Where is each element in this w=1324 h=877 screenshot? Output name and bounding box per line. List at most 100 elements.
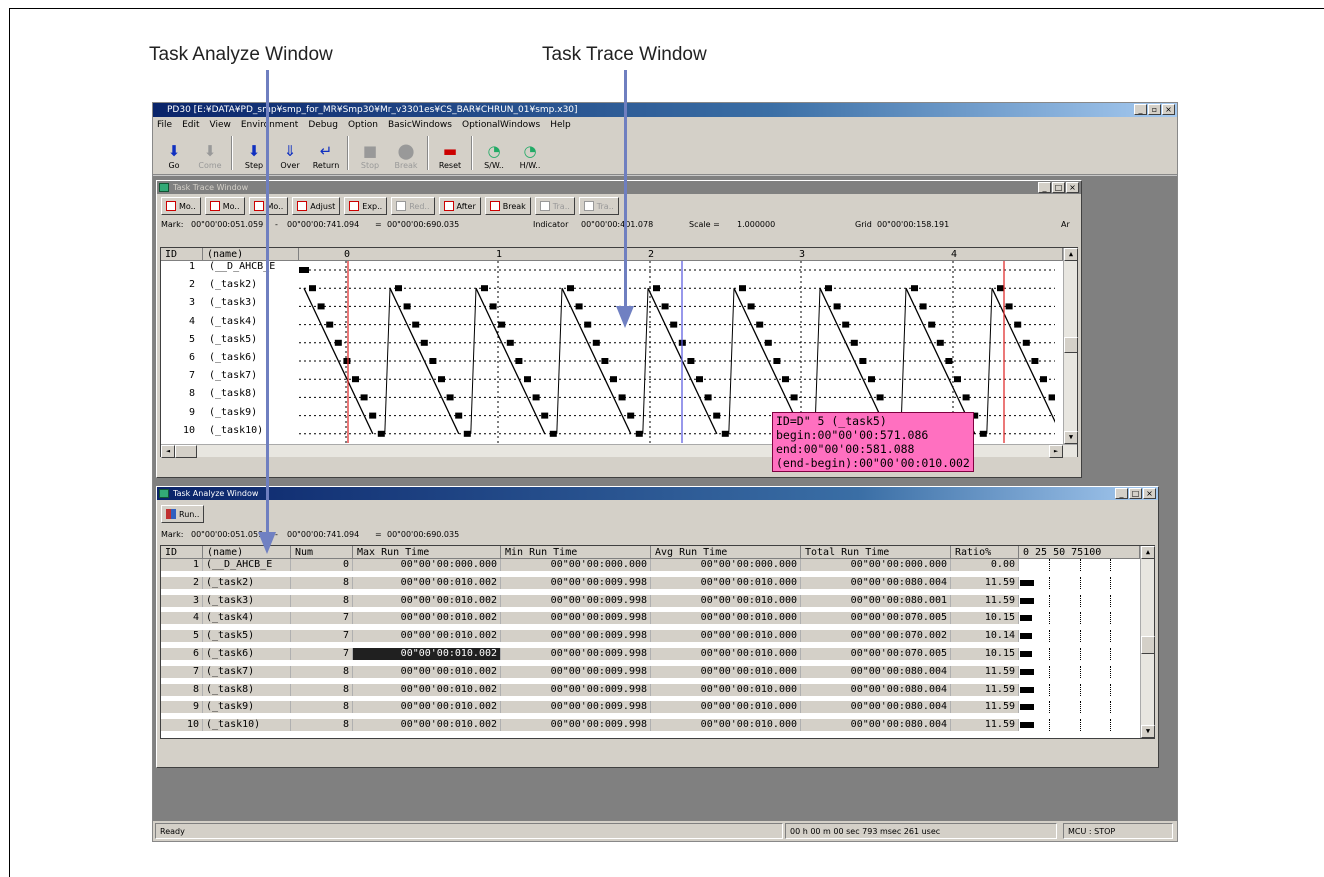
trace-row[interactable]: 6 (_task6) xyxy=(161,352,299,364)
table-row[interactable]: 5 (_task5) 7 00"00'00:010.002 00"00'00:009.9… xyxy=(161,630,1140,643)
table-row[interactable]: 2 (_task2) 8 00"00'00:010.002 00"00'00:009.9… xyxy=(161,576,1140,589)
trace-button-tra[interactable]: Tra.. xyxy=(534,197,575,215)
analyze-minimize-button[interactable]: _ xyxy=(1115,488,1128,499)
menu-item-file[interactable]: File xyxy=(157,117,172,133)
close-button[interactable]: × xyxy=(1162,104,1175,115)
cell-max[interactable]: 00"00'00:010.002 xyxy=(353,701,501,714)
table-row[interactable]: 7 (_task7) 8 00"00'00:010.002 00"00'00:009.9… xyxy=(161,665,1140,678)
stop-button[interactable]: ■ Stop xyxy=(353,133,387,173)
analyze-vscrollbar[interactable]: ▲ ▼ xyxy=(1140,546,1155,738)
trace-button-mo[interactable]: Mo.. xyxy=(204,197,245,215)
column-header[interactable]: (name) xyxy=(203,546,291,559)
menu-item-view[interactable]: View xyxy=(210,117,231,133)
cell-max[interactable]: 00"00'00:010.002 xyxy=(353,719,501,732)
return-button[interactable]: ↵ Return xyxy=(309,133,343,173)
ratio-gridline xyxy=(1110,701,1111,714)
header-id[interactable]: ID xyxy=(161,248,203,261)
table-row[interactable]: 3 (_task3) 8 00"00'00:010.002 00"00'00:009.9… xyxy=(161,594,1140,607)
cell-ratio: 11.59 xyxy=(951,719,1019,732)
table-row[interactable]: 9 (_task9) 8 00"00'00:010.002 00"00'00:009.9… xyxy=(161,701,1140,714)
scroll-thumb[interactable] xyxy=(1064,337,1078,353)
column-header[interactable]: Ratio% xyxy=(951,546,1019,559)
menu-item-option[interactable]: Option xyxy=(348,117,378,133)
column-header[interactable]: Max Run Time xyxy=(353,546,501,559)
trace-maximize-button[interactable]: □ xyxy=(1052,182,1065,193)
column-header[interactable]: Avg Run Time xyxy=(651,546,801,559)
cell-max[interactable]: 00"00'00:010.002 xyxy=(353,665,501,678)
trace-button-red[interactable]: Red.. xyxy=(391,197,435,215)
column-header[interactable]: Min Run Time xyxy=(501,546,651,559)
cell-total: 00"00'00:070.002 xyxy=(801,630,951,643)
come-button[interactable]: ⬇ Come xyxy=(193,133,227,173)
table-row[interactable]: 4 (_task4) 7 00"00'00:010.002 00"00'00:009.9… xyxy=(161,612,1140,625)
trace-button-break[interactable]: Break xyxy=(484,197,531,215)
menu-item-environment[interactable]: Environment xyxy=(241,117,298,133)
trace-row[interactable]: 5 (_task5) xyxy=(161,334,299,346)
mdi-client: Task Trace Window _ □ × Mo.. Mo.. Mo.. Adju… xyxy=(153,176,1177,821)
trace-row[interactable]: 7 (_task7) xyxy=(161,370,299,382)
menu-item-basicwindows[interactable]: BasicWindows xyxy=(388,117,452,133)
trace-minimize-button[interactable]: _ xyxy=(1038,182,1051,193)
analyze-maximize-button[interactable]: □ xyxy=(1129,488,1142,499)
cell-max[interactable]: 00"00'00:010.002 xyxy=(353,630,501,643)
trace-close-button[interactable]: × xyxy=(1066,182,1079,193)
scroll-thumb[interactable] xyxy=(1141,636,1155,654)
scroll-right-button[interactable]: ► xyxy=(1049,445,1063,458)
scroll-up-button[interactable]: ▲ xyxy=(1141,546,1155,559)
scroll-left-button[interactable]: ◄ xyxy=(161,445,175,458)
column-header[interactable]: 0 25 50 75100 xyxy=(1019,546,1140,559)
trace-button-mo[interactable]: Mo.. xyxy=(161,197,201,215)
scroll-down-button[interactable]: ▼ xyxy=(1064,431,1078,444)
hscroll-thumb[interactable] xyxy=(175,445,197,458)
cell-name: (_task2) xyxy=(203,576,291,589)
trace-button-exp[interactable]: Exp.. xyxy=(344,197,388,215)
cell-max[interactable]: 00"00'00:010.002 xyxy=(353,648,501,660)
scroll-down-button[interactable]: ▼ xyxy=(1141,725,1155,738)
trace-vscrollbar[interactable]: ▲ ▼ xyxy=(1063,248,1078,444)
column-header[interactable]: Total Run Time xyxy=(801,546,951,559)
trace-row[interactable]: 9 (_task9) xyxy=(161,407,299,419)
scale-label: Scale = xyxy=(689,220,720,229)
table-row[interactable]: 8 (_task8) 8 00"00'00:010.002 00"00'00:009.9… xyxy=(161,683,1140,696)
cell-max[interactable]: 00"00'00:010.002 xyxy=(353,612,501,625)
menu-item-debug[interactable]: Debug xyxy=(308,117,338,133)
trace-row[interactable]: 3 (_task3) xyxy=(161,297,299,309)
trace-button-tra[interactable]: Tra.. xyxy=(578,197,619,215)
maximize-button[interactable]: ▫ xyxy=(1148,104,1161,115)
table-row[interactable]: 6 (_task6) 7 00"00'00:010.002 00"00'00:009.9… xyxy=(161,648,1140,660)
menu-item-edit[interactable]: Edit xyxy=(182,117,199,133)
menu-item-optionalwindows[interactable]: OptionalWindows xyxy=(462,117,540,133)
table-row[interactable]: 10 (_task10) 8 00"00'00:010.002 00"00'00:009… xyxy=(161,719,1140,732)
column-header[interactable]: Num xyxy=(291,546,353,559)
cell-total: 00"00'00:080.004 xyxy=(801,719,951,732)
over-button[interactable]: ⇓ Over xyxy=(273,133,307,173)
caption-task-trace: Task Trace Window xyxy=(542,44,707,65)
table-row[interactable]: 1 (__D_AHCB_E 0 00"00'00:000.000 00"00'00:00… xyxy=(161,559,1140,571)
cell-max[interactable]: 00"00'00:010.002 xyxy=(353,683,501,696)
break-button[interactable]: ⬤ Break xyxy=(389,133,423,173)
go-button[interactable]: ⬇ Go xyxy=(157,133,191,173)
cell-max[interactable]: 00"00'00:010.002 xyxy=(353,594,501,607)
trace-row[interactable]: 2 (_task2) xyxy=(161,279,299,291)
sw-button[interactable]: ◔ S/W.. xyxy=(477,133,511,173)
trace-row[interactable]: 1 (__D_AHCB_E xyxy=(161,261,299,273)
trace-row[interactable]: 8 (_task8) xyxy=(161,388,299,400)
trace-row[interactable]: 10 (_task10) xyxy=(161,425,299,437)
reset-button[interactable]: ▬ Reset xyxy=(433,133,467,173)
menu-item-help[interactable]: Help xyxy=(550,117,571,133)
run-button[interactable]: Run.. xyxy=(161,505,205,523)
cell-max[interactable]: 00"00'00:000.000 xyxy=(353,559,501,571)
trace-button-after[interactable]: After xyxy=(438,197,481,215)
minimize-button[interactable]: _ xyxy=(1134,104,1147,115)
column-header[interactable]: ID xyxy=(161,546,203,559)
scroll-up-button[interactable]: ▲ xyxy=(1064,248,1078,261)
analyze-close-button[interactable]: × xyxy=(1143,488,1156,499)
cell-avg: 00"00'00:010.000 xyxy=(651,576,801,589)
hw-button[interactable]: ◔ H/W.. xyxy=(513,133,547,173)
trace-row[interactable]: 4 (_task4) xyxy=(161,316,299,328)
header-name[interactable]: (name) xyxy=(203,248,299,261)
cell-min: 00"00'00:009.998 xyxy=(501,683,651,696)
analyze-table[interactable]: ID (name) Num Max Run Time Min Run Time Avg R… xyxy=(160,545,1155,739)
cell-max[interactable]: 00"00'00:010.002 xyxy=(353,576,501,589)
trace-button-adjust[interactable]: Adjust xyxy=(292,197,341,215)
